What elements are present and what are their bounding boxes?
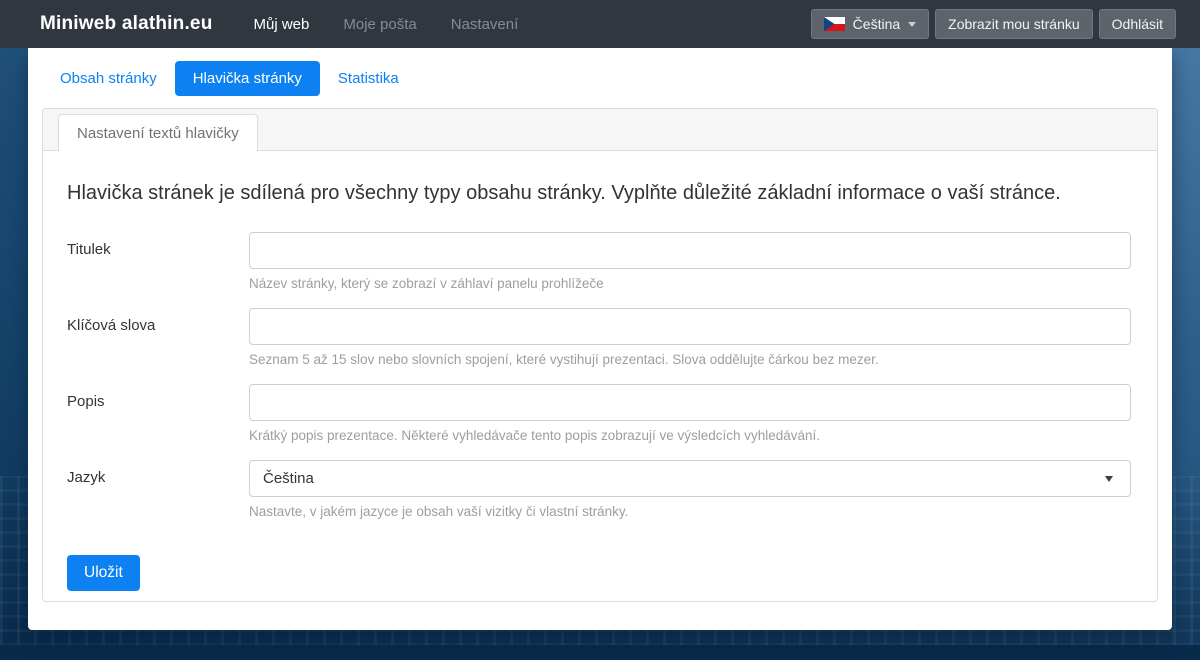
nav-item-moje-posta[interactable]: Moje pošta <box>326 0 433 48</box>
panel-tab-bar: Nastavení textů hlavičky <box>43 109 1157 151</box>
tab-nastaveni-textu-hlavicky[interactable]: Nastavení textů hlavičky <box>58 114 258 152</box>
top-navbar: Miniweb alathin.eu Můj web Moje pošta Na… <box>0 0 1200 48</box>
background-bottom-strip <box>0 645 1200 660</box>
save-button[interactable]: Uložit <box>67 555 140 591</box>
klicova-slova-input[interactable] <box>249 308 1131 345</box>
field-control: Čeština Nastavte, v jakém jazyce je obsa… <box>249 460 1131 519</box>
brand-title[interactable]: Miniweb alathin.eu <box>40 13 213 35</box>
czech-flag-icon <box>824 17 845 31</box>
popis-input[interactable] <box>249 384 1131 421</box>
content-card: Obsah stránky Hlavička stránky Statistik… <box>28 48 1172 630</box>
panel-body: Hlavička stránek je sdílená pro všechny … <box>43 151 1157 591</box>
form-row-jazyk: Jazyk Čeština Nastavte, v jakém jazyce j… <box>67 460 1131 519</box>
header-settings-panel: Nastavení textů hlavičky Hlavička stráne… <box>42 108 1158 602</box>
main-nav: Můj web Moje pošta Nastavení <box>237 0 536 48</box>
nav-item-nastaveni[interactable]: Nastavení <box>434 0 536 48</box>
logout-button[interactable]: Odhlásit <box>1099 9 1176 39</box>
view-site-button[interactable]: Zobrazit mou stránku <box>935 9 1093 39</box>
field-control: Seznam 5 až 15 slov nebo slovních spojen… <box>249 308 1131 367</box>
titulek-input[interactable] <box>249 232 1131 269</box>
form-row-klicova-slova: Klíčová slova Seznam 5 až 15 slov nebo s… <box>67 308 1131 367</box>
tab-obsah-stranky[interactable]: Obsah stránky <box>42 61 175 96</box>
form-row-titulek: Titulek Název stránky, který se zobrazí … <box>67 232 1131 291</box>
jazyk-select[interactable]: Čeština <box>249 460 1131 497</box>
lead-text: Hlavička stránek je sdílená pro všechny … <box>67 182 1131 205</box>
field-control: Název stránky, který se zobrazí v záhlav… <box>249 232 1131 291</box>
language-dropdown[interactable]: Čeština <box>811 9 929 39</box>
field-label: Jazyk <box>67 460 249 519</box>
caret-down-icon <box>908 22 916 27</box>
field-label: Titulek <box>67 232 249 291</box>
jazyk-select-value: Čeština <box>263 470 314 487</box>
section-tabs: Obsah stránky Hlavička stránky Statistik… <box>28 48 1172 108</box>
tab-hlavicka-stranky[interactable]: Hlavička stránky <box>175 61 320 96</box>
field-label: Popis <box>67 384 249 443</box>
nav-item-muj-web[interactable]: Můj web <box>237 0 327 48</box>
field-control: Krátký popis prezentace. Některé vyhledá… <box>249 384 1131 443</box>
tab-statistika[interactable]: Statistika <box>320 61 417 96</box>
field-help: Seznam 5 až 15 slov nebo slovních spojen… <box>249 352 1131 367</box>
navbar-actions: Čeština Zobrazit mou stránku Odhlásit <box>811 9 1176 39</box>
field-help: Krátký popis prezentace. Některé vyhledá… <box>249 428 1131 443</box>
language-label: Čeština <box>853 16 900 32</box>
field-label: Klíčová slova <box>67 308 249 367</box>
field-help: Nastavte, v jakém jazyce je obsah vaší v… <box>249 504 1131 519</box>
field-help: Název stránky, který se zobrazí v záhlav… <box>249 276 1131 291</box>
chevron-down-icon <box>1105 476 1113 482</box>
form-row-popis: Popis Krátký popis prezentace. Některé v… <box>67 384 1131 443</box>
